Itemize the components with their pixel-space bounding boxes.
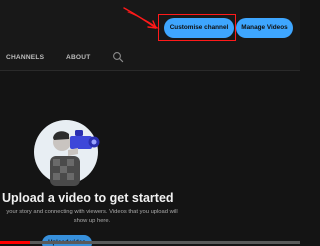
tab-channels[interactable]: CHANNELS bbox=[6, 54, 44, 61]
camera-operator-illustration bbox=[34, 120, 100, 186]
empty-state-description: your story and connecting with viewers. … bbox=[6, 209, 178, 224]
empty-state-title: Upload a video to get started bbox=[2, 191, 174, 205]
tab-about[interactable]: ABOUT bbox=[66, 54, 90, 61]
channel-page: Customise channel Manage Videos CHANNELS… bbox=[0, 0, 300, 246]
annotation-highlight-box bbox=[158, 14, 236, 41]
search-icon[interactable] bbox=[112, 51, 124, 63]
video-progress-bar[interactable] bbox=[0, 241, 300, 244]
video-progress-fill bbox=[0, 241, 30, 244]
manage-videos-button[interactable]: Manage Videos bbox=[236, 18, 293, 38]
channel-tabs: CHANNELS ABOUT bbox=[0, 43, 300, 71]
